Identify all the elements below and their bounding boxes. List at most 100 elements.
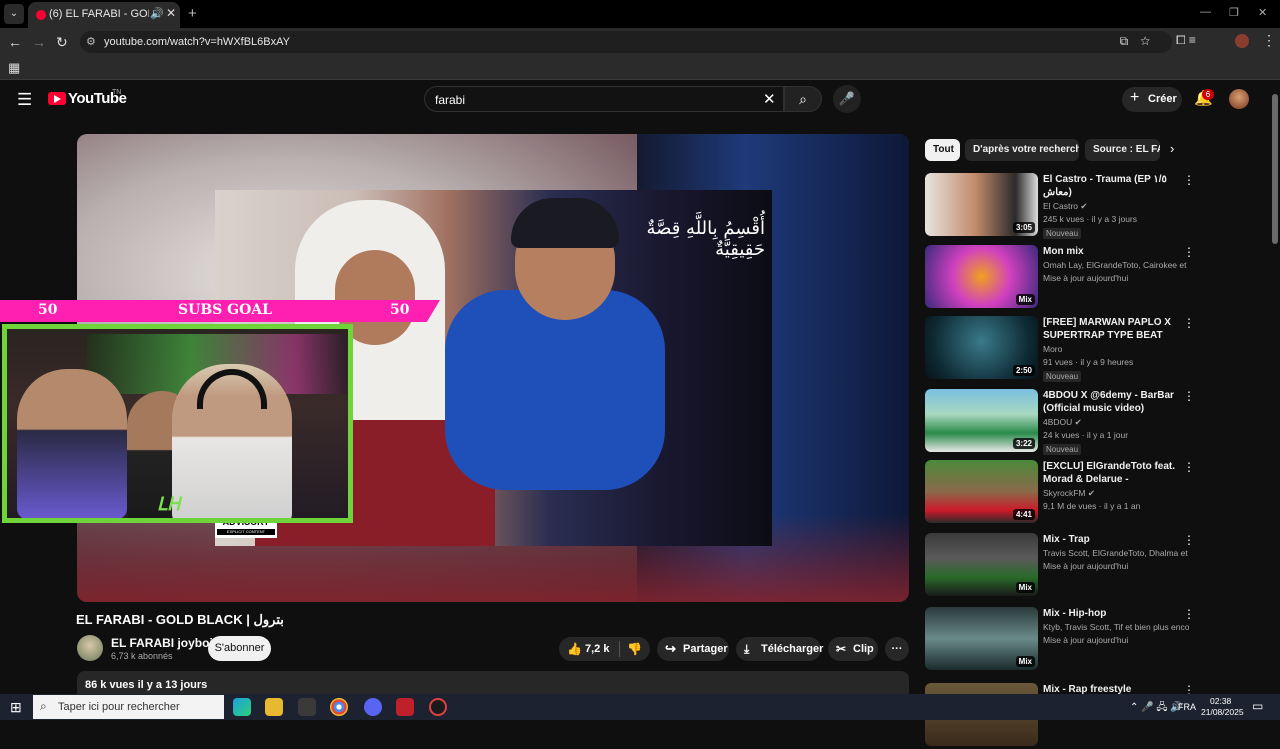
more-actions-button[interactable]: ··· bbox=[885, 637, 909, 661]
apps-grid-icon[interactable]: ▦ bbox=[8, 60, 20, 76]
taskbar-search-placeholder: Taper ici pour rechercher bbox=[58, 701, 180, 713]
more-vert-icon[interactable]: ⋮ bbox=[1183, 316, 1195, 330]
voice-search-button[interactable]: 🎤 bbox=[833, 85, 861, 113]
voicemeeter-app-icon[interactable] bbox=[396, 698, 414, 716]
clip-button[interactable]: ✂ Clip bbox=[828, 637, 878, 661]
like-count[interactable]: 7,2 k bbox=[585, 637, 609, 661]
advisory-sub-text: EXPLICIT CONTENT bbox=[217, 529, 275, 535]
chip-all[interactable]: Tout bbox=[925, 139, 960, 161]
recommendation-thumbnail[interactable]: Mix bbox=[925, 607, 1038, 670]
forward-icon[interactable]: → bbox=[32, 34, 46, 50]
tab-search-icon[interactable]: ⌄ bbox=[4, 4, 24, 24]
recommendation-channel[interactable]: El Castro ✔ bbox=[1043, 201, 1189, 212]
windows-start-icon[interactable]: ⊞ bbox=[10, 699, 22, 716]
recommendation-thumbnail[interactable]: Mix bbox=[925, 533, 1038, 596]
recommendation-thumbnail[interactable]: 4:41 bbox=[925, 460, 1038, 523]
thumbs-up-icon[interactable]: 👍 bbox=[567, 637, 582, 661]
recommendation-thumbnail[interactable]: 3:22 bbox=[925, 389, 1038, 452]
recommendation-meta: 9,1 M de vues · il y a 1 an bbox=[1043, 501, 1141, 511]
recommendation-channel[interactable]: Ktyb, Travis Scott, Tif et bien plus enc… bbox=[1043, 622, 1189, 632]
more-vert-icon[interactable]: ⋮ bbox=[1183, 245, 1195, 259]
recommendation-title[interactable]: [FREE] MARWAN PAPLO X SUPERTRAP TYPE BEA… bbox=[1043, 316, 1181, 342]
channel-name[interactable]: EL FARABI joyboi bbox=[111, 636, 213, 650]
recommendation-channel[interactable]: Moro bbox=[1043, 344, 1189, 354]
omnibox-actions[interactable]: ⧉☆ bbox=[1120, 34, 1162, 49]
thumbs-down-icon[interactable]: 👎 bbox=[627, 637, 642, 661]
extensions-icon[interactable]: ⧠ ≡ bbox=[1176, 33, 1196, 48]
chip-related[interactable]: D'après votre recherche bbox=[965, 139, 1079, 161]
more-vert-icon[interactable]: ⋮ bbox=[1183, 607, 1195, 621]
store-app-icon[interactable] bbox=[298, 698, 316, 716]
input-language[interactable]: FRA bbox=[1178, 702, 1196, 712]
edge-app-icon[interactable] bbox=[233, 698, 251, 716]
channel-avatar[interactable] bbox=[77, 635, 103, 661]
recommendation-channel[interactable]: Omah Lay, ElGrandeToto, Cairokee et bie.… bbox=[1043, 260, 1189, 270]
search-input[interactable]: farabi ✕ bbox=[424, 86, 784, 112]
more-vert-icon[interactable]: ⋮ bbox=[1183, 389, 1195, 403]
obs-app-icon[interactable] bbox=[429, 698, 447, 716]
recommendation-title[interactable]: Mon mix bbox=[1043, 245, 1181, 258]
search-query-text[interactable]: farabi bbox=[435, 93, 465, 107]
minimize-icon[interactable]: — bbox=[1200, 6, 1211, 18]
chrome-app-icon[interactable] bbox=[330, 698, 348, 716]
recommendation-item[interactable]: 3:05 El Castro - Trauma (EP ١/٥ معاش) El C… bbox=[925, 173, 1195, 239]
url-text[interactable]: youtube.com/watch?v=hWXfBL6BxAY bbox=[104, 36, 290, 48]
restore-icon[interactable]: ❐ bbox=[1229, 6, 1239, 19]
search-button[interactable]: ⌕ bbox=[784, 86, 822, 112]
recommendation-item[interactable]: Mix Mon mix Omah Lay, ElGrandeToto, Cairok… bbox=[925, 245, 1195, 311]
recommendation-item[interactable]: Mix Mix - Hip-hop Ktyb, Travis Scott, Tif … bbox=[925, 607, 1195, 673]
audio-playing-icon[interactable]: 🔊 bbox=[150, 7, 164, 20]
create-button[interactable]: + Créer bbox=[1122, 87, 1182, 112]
youtube-logo-icon[interactable] bbox=[48, 92, 66, 105]
more-vert-icon[interactable]: ⋮ bbox=[1183, 173, 1195, 187]
taskbar-search-input[interactable]: ⌕ Taper ici pour rechercher bbox=[33, 695, 224, 719]
recommendation-item[interactable]: 2:50 [FREE] MARWAN PAPLO X SUPERTRAP TYPE… bbox=[925, 316, 1195, 382]
browser-profile-avatar[interactable] bbox=[1235, 34, 1249, 48]
tab-close-icon[interactable]: ✕ bbox=[166, 6, 176, 20]
browser-tab-active[interactable]: (6) EL FARABI - GOLD BLACK 🔊 ✕ bbox=[28, 2, 180, 28]
recommendation-title[interactable]: 4BDOU X @6demy - BarBar (Official music … bbox=[1043, 389, 1181, 415]
reload-icon[interactable]: ↻ bbox=[56, 34, 68, 51]
share-button[interactable]: ↪ Partager bbox=[657, 637, 729, 661]
recommendation-title[interactable]: Mix - Trap bbox=[1043, 533, 1181, 546]
file-explorer-icon[interactable] bbox=[265, 698, 283, 716]
recommendation-title[interactable]: El Castro - Trauma (EP ١/٥ معاش) bbox=[1043, 173, 1181, 199]
download-button[interactable]: ⤓ Télécharger bbox=[736, 637, 823, 661]
clear-search-icon[interactable]: ✕ bbox=[763, 90, 776, 108]
chip-source[interactable]: Source : EL FARABI joyboi bbox=[1085, 139, 1160, 161]
recommendation-item[interactable]: 3:22 4BDOU X @6demy - BarBar (Official mu… bbox=[925, 389, 1195, 455]
notification-center-icon[interactable]: ▭ bbox=[1252, 699, 1263, 713]
recommendation-item[interactable]: Mix Mix - Trap Travis Scott, ElGrandeToto,… bbox=[925, 533, 1195, 599]
clock-time[interactable]: 02:38 bbox=[1210, 696, 1231, 706]
clock-date[interactable]: 21/08/2025 bbox=[1201, 707, 1244, 717]
recommendation-channel[interactable]: Travis Scott, ElGrandeToto, Dhalma et bi… bbox=[1043, 548, 1189, 558]
window-close-icon[interactable]: ✕ bbox=[1258, 6, 1267, 19]
more-vert-icon[interactable]: ⋮ bbox=[1183, 533, 1195, 547]
duration-badge: 4:41 bbox=[1012, 509, 1035, 520]
account-avatar[interactable] bbox=[1229, 89, 1249, 109]
back-icon[interactable]: ← bbox=[8, 34, 22, 50]
page-scrollbar[interactable] bbox=[1270, 80, 1280, 694]
hamburger-menu-icon[interactable]: ☰ bbox=[17, 90, 32, 110]
recommendation-title[interactable]: Mix - Hip-hop bbox=[1043, 607, 1181, 620]
video-title: EL FARABI - GOLD BLACK | بترول bbox=[76, 612, 284, 627]
scrollbar-thumb[interactable] bbox=[1272, 94, 1278, 244]
address-bar[interactable]: ⚙ youtube.com/watch?v=hWXfBL6BxAY ⧉☆ bbox=[80, 31, 1172, 53]
recommendation-title[interactable]: [EXCLU] ElGrandeToto feat. Morad & Delar… bbox=[1043, 460, 1181, 486]
more-vert-icon[interactable]: ⋮ bbox=[1183, 460, 1195, 474]
browser-menu-icon[interactable]: ⋮ bbox=[1262, 32, 1276, 49]
recommendation-thumbnail[interactable]: 3:05 bbox=[925, 173, 1038, 236]
recommendation-thumbnail[interactable]: 2:50 bbox=[925, 316, 1038, 379]
subscribe-button[interactable]: S'abonner bbox=[208, 636, 271, 661]
recommendation-item[interactable]: 4:41 [EXCLU] ElGrandeToto feat. Morad & D… bbox=[925, 460, 1195, 526]
recommendation-channel[interactable]: 4BDOU ✔ bbox=[1043, 417, 1189, 428]
discord-app-icon[interactable] bbox=[364, 698, 382, 716]
download-icon: ⤓ bbox=[744, 642, 750, 656]
chevron-right-icon[interactable]: › bbox=[1170, 141, 1174, 156]
new-tab-button[interactable]: + bbox=[188, 5, 197, 22]
system-tray-icons[interactable]: ⌃ 🎤 🖧 🔊 bbox=[1130, 700, 1183, 717]
site-info-icon[interactable]: ⚙ bbox=[86, 35, 96, 48]
recommendation-channel[interactable]: SkyrockFM ✔ bbox=[1043, 488, 1189, 499]
new-badge: Nouveau bbox=[1043, 444, 1082, 455]
recommendation-thumbnail[interactable]: Mix bbox=[925, 245, 1038, 308]
